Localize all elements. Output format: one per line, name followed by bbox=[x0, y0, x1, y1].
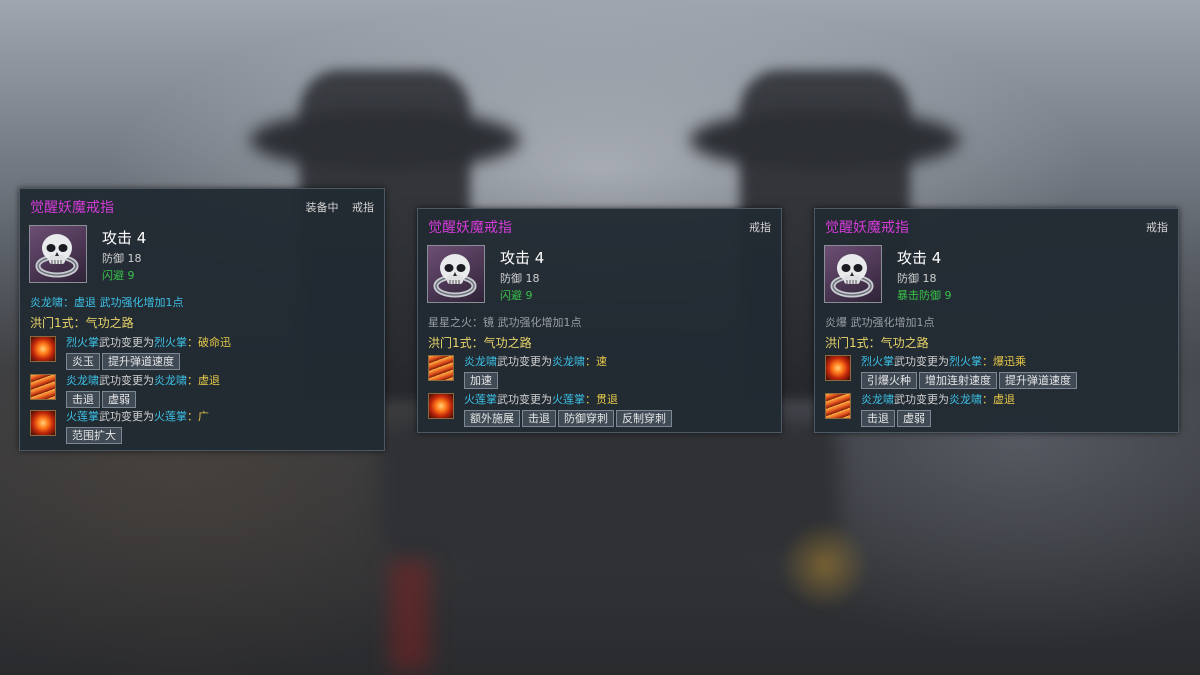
item-tooltip-card: 觉醒妖魔戒指 装备中 戒指 攻击 4 防御 18 闪避 9 炎龙啸：虚退 武功强… bbox=[19, 188, 385, 451]
item-slot: 戒指 bbox=[1146, 221, 1168, 234]
defense-stat: 防御 18 bbox=[102, 252, 142, 265]
item-tooltip-card: 觉醒妖魔戒指 戒指 攻击 4 防御 18 暴击防御 9 炎爆 武功强化增加1点 … bbox=[814, 208, 1179, 433]
path-line: 洪门1式：气功之路 bbox=[30, 316, 134, 330]
attack-stat: 攻击 4 bbox=[102, 229, 147, 247]
dragon-roar-skill-icon bbox=[825, 393, 851, 419]
item-slot: 戒指 bbox=[352, 201, 374, 214]
item-title: 觉醒妖魔戒指 bbox=[30, 200, 114, 216]
fire-palm-skill-icon bbox=[825, 355, 851, 381]
skill-description: 炎龙啸武功变更为炎龙啸：虚退 bbox=[861, 393, 1015, 406]
enhance-line: 星星之火：镜 武功强化增加1点 bbox=[428, 316, 582, 329]
defense-stat: 防御 18 bbox=[500, 272, 540, 285]
fire-palm-skill-icon bbox=[30, 336, 56, 362]
ring-item-icon[interactable] bbox=[824, 245, 882, 303]
attack-stat: 攻击 4 bbox=[500, 249, 545, 267]
attack-stat: 攻击 4 bbox=[897, 249, 942, 267]
background-hall bbox=[380, 420, 840, 560]
defense-stat: 防御 18 bbox=[897, 272, 937, 285]
skill-tag: 防御穿刺 bbox=[558, 410, 614, 427]
ring-item-icon[interactable] bbox=[29, 225, 87, 283]
skill-description: 火莲掌武功变更为火莲掌：广 bbox=[66, 410, 209, 423]
skill-row: 火莲掌武功变更为火莲掌：贯退 额外施展 击退 防御穿刺 反制穿刺 bbox=[428, 393, 775, 427]
skill-tag: 炎玉 bbox=[66, 353, 100, 370]
background-roof-left bbox=[250, 110, 520, 170]
fire-lotus-skill-icon bbox=[30, 410, 56, 436]
skill-tag: 加速 bbox=[464, 372, 498, 389]
bonus-stat: 闪避 9 bbox=[500, 289, 533, 302]
item-tags: 戒指 bbox=[1136, 219, 1168, 235]
fire-lotus-skill-icon bbox=[428, 393, 454, 419]
item-tooltip-card: 觉醒妖魔戒指 戒指 攻击 4 防御 18 闪避 9 星星之火：镜 武功强化增加1… bbox=[417, 208, 782, 433]
item-slot: 戒指 bbox=[749, 221, 771, 234]
ring-item-icon[interactable] bbox=[427, 245, 485, 303]
skill-tag: 虚弱 bbox=[102, 391, 136, 408]
skill-row: 炎龙啸武功变更为炎龙啸：速 加速 bbox=[428, 355, 775, 389]
skill-tag: 引爆火种 bbox=[861, 372, 917, 389]
skill-tag: 击退 bbox=[66, 391, 100, 408]
skill-description: 火莲掌武功变更为火莲掌：贯退 bbox=[464, 393, 618, 406]
skill-tag: 额外施展 bbox=[464, 410, 520, 427]
skill-tag: 提升弹道速度 bbox=[999, 372, 1077, 389]
bonus-stat: 暴击防御 9 bbox=[897, 289, 952, 302]
path-line: 洪门1式：气功之路 bbox=[428, 336, 532, 350]
enhance-line: 炎龙啸：虚退 武功强化增加1点 bbox=[30, 296, 184, 309]
dragon-roar-skill-icon bbox=[30, 374, 56, 400]
item-title: 觉醒妖魔戒指 bbox=[428, 220, 512, 236]
background-roof-right bbox=[690, 110, 960, 170]
skill-row: 烈火掌武功变更为烈火掌：破命迅 炎玉 提升弹道速度 bbox=[30, 336, 378, 370]
skill-tag: 击退 bbox=[861, 410, 895, 427]
skill-description: 炎龙啸武功变更为炎龙啸：速 bbox=[464, 355, 607, 368]
skill-tag: 提升弹道速度 bbox=[102, 353, 180, 370]
path-line: 洪门1式：气功之路 bbox=[825, 336, 929, 350]
skill-row: 炎龙啸武功变更为炎龙啸：虚退 击退 虚弱 bbox=[825, 393, 1172, 427]
skill-tag: 范围扩大 bbox=[66, 427, 122, 444]
enhance-line: 炎爆 武功强化增加1点 bbox=[825, 316, 935, 329]
skill-row: 烈火掌武功变更为烈火掌：爆迅乘 引爆火种 增加连射速度 提升弹道速度 bbox=[825, 355, 1172, 389]
background-red-banner bbox=[390, 560, 430, 670]
background-lantern-glow bbox=[780, 520, 870, 610]
skill-tag: 虚弱 bbox=[897, 410, 931, 427]
item-title: 觉醒妖魔戒指 bbox=[825, 220, 909, 236]
item-tags: 装备中 戒指 bbox=[296, 199, 375, 215]
skill-description: 炎龙啸武功变更为炎龙啸：虚退 bbox=[66, 374, 220, 387]
skill-tag: 击退 bbox=[522, 410, 556, 427]
skill-row: 火莲掌武功变更为火莲掌：广 范围扩大 bbox=[30, 410, 378, 444]
skill-description: 烈火掌武功变更为烈火掌：爆迅乘 bbox=[861, 355, 1026, 368]
item-tags: 戒指 bbox=[739, 219, 771, 235]
equipped-status: 装备中 bbox=[305, 201, 339, 214]
skill-row: 炎龙啸武功变更为炎龙啸：虚退 击退 虚弱 bbox=[30, 374, 378, 408]
skill-tag: 反制穿刺 bbox=[616, 410, 672, 427]
skill-tag: 增加连射速度 bbox=[919, 372, 997, 389]
bonus-stat: 闪避 9 bbox=[102, 269, 135, 282]
dragon-roar-skill-icon bbox=[428, 355, 454, 381]
skill-description: 烈火掌武功变更为烈火掌：破命迅 bbox=[66, 336, 231, 349]
